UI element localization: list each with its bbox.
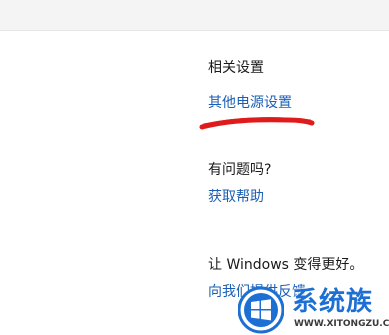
get-help-link[interactable]: 获取帮助: [208, 187, 264, 207]
improve-windows-heading: 让 Windows 变得更好。: [208, 257, 364, 273]
top-bar: [0, 0, 389, 31]
watermark-url: WWW.XITONGZU.COM: [294, 319, 389, 329]
site-watermark: 系统族 WWW.XITONGZU.COM: [238, 285, 389, 335]
related-settings-heading: 相关设置: [208, 60, 264, 76]
windows-logo-icon: [238, 286, 284, 334]
watermark-brand: 系统族: [292, 287, 374, 317]
questions-heading: 有问题吗?: [208, 162, 272, 178]
red-underline-annotation: [199, 117, 315, 130]
settings-page: 相关设置 其他电源设置 有问题吗? 获取帮助 让 Windows 变得更好。 向…: [0, 0, 389, 335]
other-power-settings-link[interactable]: 其他电源设置: [208, 93, 292, 113]
